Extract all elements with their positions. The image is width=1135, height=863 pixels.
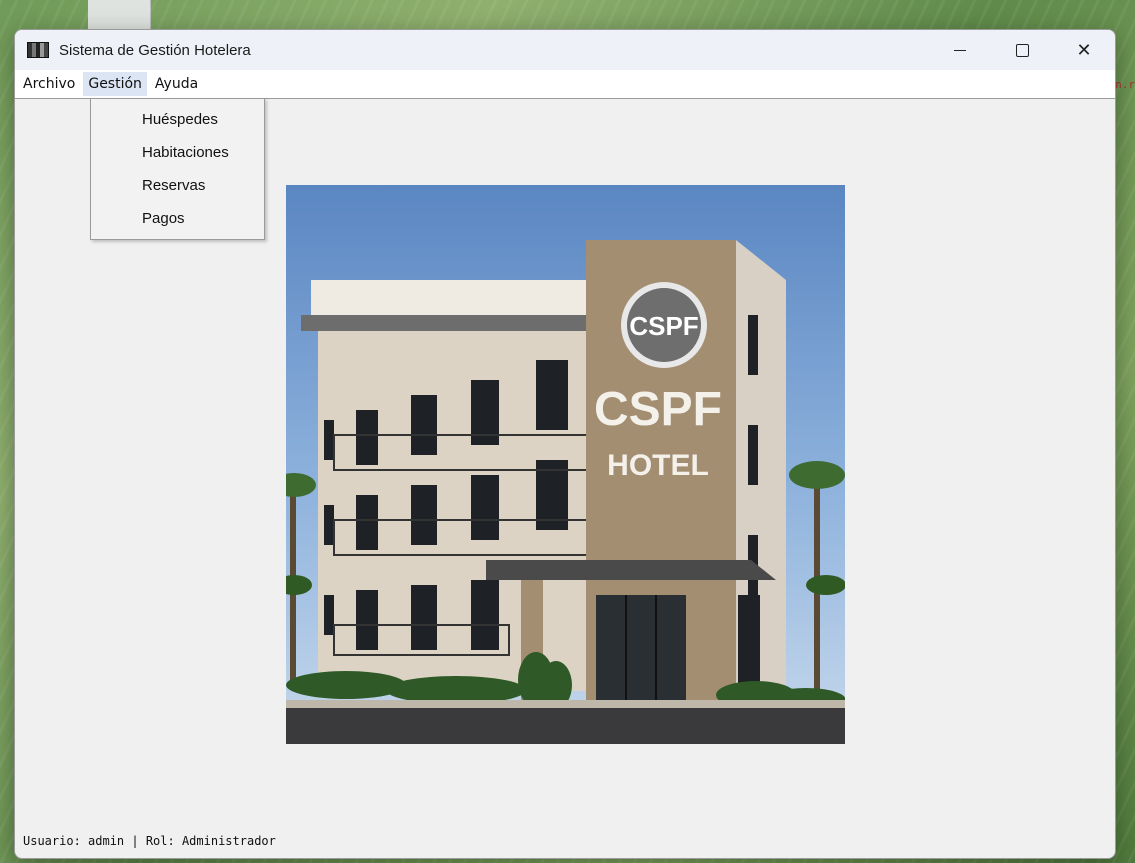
palm-left — [286, 473, 316, 685]
main-window: Sistema de Gestión Hotelera ✕ Archivo Ge… — [14, 29, 1116, 859]
menu-item-reservas[interactable]: Reservas — [91, 169, 264, 202]
background-code-snippet: n.r — [1115, 78, 1135, 91]
hotel-sign-sub: HOTEL — [607, 449, 709, 482]
menu-archivo[interactable]: Archivo — [18, 72, 80, 96]
window-controls: ✕ — [929, 30, 1115, 70]
hotel-image: CSPF CSPF HOTEL — [286, 185, 845, 744]
hotel-sign-main: CSPF — [594, 383, 722, 436]
menu-bar: Archivo Gestión Ayuda — [15, 70, 1115, 99]
close-button[interactable]: ✕ — [1053, 30, 1115, 70]
hotel-logo-text: CSPF — [629, 311, 698, 341]
window-title: Sistema de Gestión Hotelera — [59, 41, 251, 59]
status-bar: Usuario: admin | Rol: Administrador — [23, 834, 276, 848]
palm-right — [789, 461, 845, 705]
menu-item-huespedes[interactable]: Huéspedes — [91, 103, 264, 136]
title-bar[interactable]: Sistema de Gestión Hotelera ✕ — [15, 30, 1115, 70]
menu-ayuda[interactable]: Ayuda — [150, 72, 203, 96]
menu-item-pagos[interactable]: Pagos — [91, 202, 264, 235]
gestion-dropdown-menu: Huéspedes Habitaciones Reservas Pagos — [90, 98, 265, 240]
minimize-icon — [954, 49, 966, 51]
hotel-illustration: CSPF CSPF HOTEL — [286, 240, 845, 744]
background-window-fragment — [88, 0, 151, 30]
menu-item-habitaciones[interactable]: Habitaciones — [91, 136, 264, 169]
maximize-icon — [1015, 43, 1029, 57]
app-icon — [27, 42, 49, 58]
minimize-button[interactable] — [929, 30, 991, 70]
close-icon: ✕ — [1076, 39, 1092, 61]
maximize-button[interactable] — [991, 30, 1053, 70]
menu-gestion[interactable]: Gestión — [83, 72, 147, 96]
